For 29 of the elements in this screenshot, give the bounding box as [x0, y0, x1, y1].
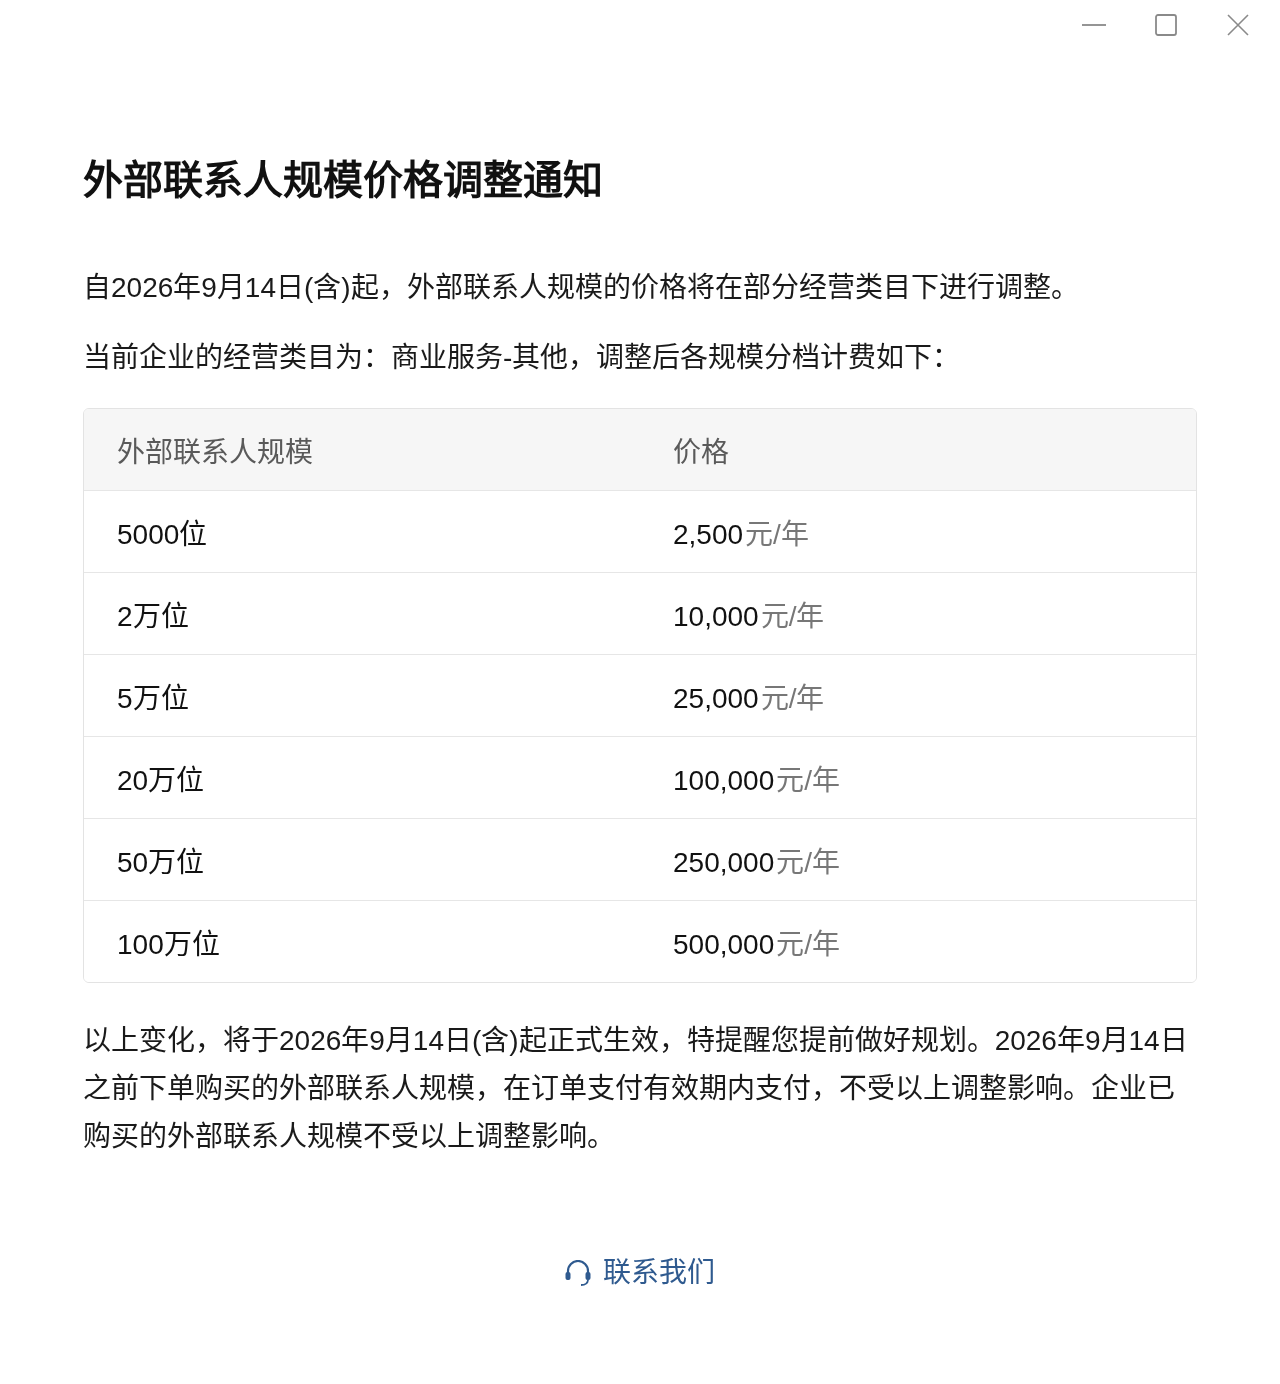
- scale-cell-text: 20万位: [116, 763, 206, 798]
- price-unit: 元/年: [776, 763, 840, 798]
- scale-cell-text: 2万位: [116, 599, 190, 634]
- price-unit: 元/年: [776, 845, 840, 880]
- contact-link[interactable]: 联系我们: [565, 1253, 715, 1293]
- notice-paragraph: 自2026年9月14日(含)起，外部联系人规模的价格将在部分经营类目下进行调整。: [83, 271, 1080, 305]
- price-amount: 25,000: [673, 682, 759, 715]
- notice-footnote: 以上变化，将于2026年9月14日(含)起正式生效，特提醒您提前做好规划。2026年9月14日之前下单购买的外部联系人规模，在订单支付有效期内支付，不受以上调整影响。企业已购买的外部联系人规模不受以上调整影响。: [83, 1024, 1189, 1154]
- price-amount: 250,000: [673, 846, 775, 879]
- price-unit: 元/年: [745, 517, 809, 552]
- price-amount: 2,500: [673, 518, 744, 551]
- scale-cell-text: 100万位: [116, 927, 221, 962]
- column-header: 外部联系人规模: [116, 435, 314, 470]
- price-unit: 元/年: [760, 681, 825, 716]
- price-amount: 100,000: [673, 764, 775, 797]
- price-unit: 元/年: [760, 599, 825, 634]
- scale-cell-text: 5000位: [116, 517, 209, 552]
- close-icon: [1227, 14, 1249, 36]
- scale-cell-text: 5万位: [116, 681, 190, 716]
- minimize-icon: [1082, 24, 1106, 26]
- price-amount: 10,000: [673, 600, 759, 633]
- price-amount: 500,000: [673, 928, 775, 961]
- headset-icon: [565, 1260, 591, 1286]
- price-unit: 元/年: [776, 927, 840, 962]
- scale-cell-text: 50万位: [116, 845, 206, 880]
- notice-title: 外部联系人规模价格调整通知: [83, 158, 604, 202]
- notice-paragraph: 当前企业的经营类目为：商业服务-其他，调整后各规模分档计费如下：: [83, 341, 962, 375]
- maximize-icon: [1155, 14, 1177, 36]
- column-header: 价格: [672, 435, 730, 470]
